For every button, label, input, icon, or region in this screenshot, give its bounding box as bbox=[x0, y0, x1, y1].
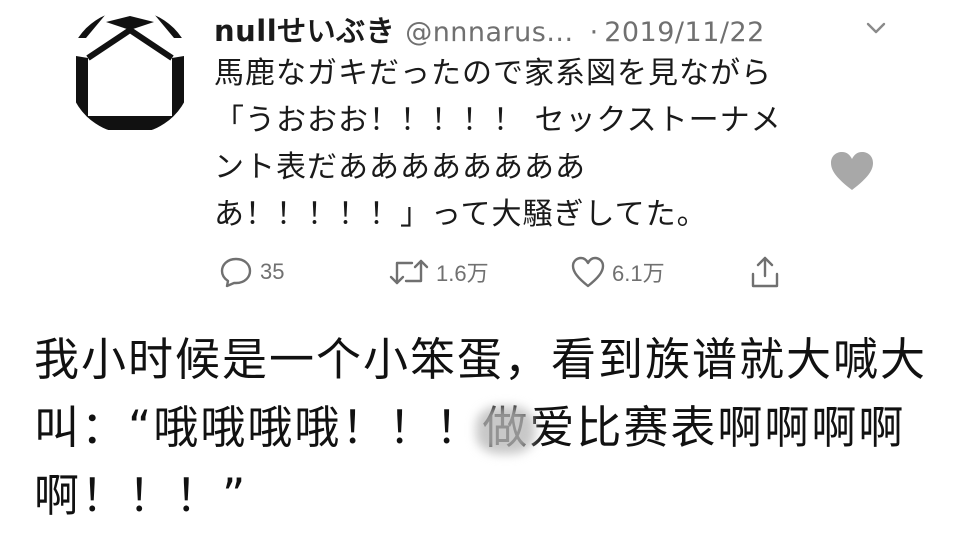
heart-icon bbox=[829, 150, 875, 192]
tweet-text-line: 「うおおお！！！！！ セックストーナメ bbox=[214, 103, 782, 138]
caption-text: 爱比赛表啊啊啊啊 bbox=[529, 401, 906, 454]
translation-caption: 我小时候是一个小笨蛋，看到族谱就大喊大 叫：“哦哦哦哦！！！做爱比赛表啊啊啊啊 … bbox=[34, 326, 934, 530]
like-heart-icon bbox=[571, 256, 605, 288]
screenshot-frame: nullせいぶき @nnnarus... · 2019/11/22 馬鹿なガキだ… bbox=[0, 0, 960, 534]
tweet-date[interactable]: 2019/11/22 bbox=[604, 17, 765, 48]
retweet-count: 1.6万 bbox=[436, 261, 489, 286]
avatar-image bbox=[68, 10, 192, 134]
like-button[interactable]: 6.1万 bbox=[570, 252, 665, 292]
tweet-text-line: ント表だああああああああ bbox=[214, 150, 586, 185]
avatar[interactable] bbox=[66, 8, 194, 136]
caption-line: 叫：“哦哦哦哦！！！做爱比赛表啊啊啊啊 bbox=[34, 394, 934, 462]
share-button[interactable] bbox=[748, 252, 782, 292]
tweet-header: nullせいぶき @nnnarus... · 2019/11/22 bbox=[214, 8, 765, 48]
retweet-button[interactable]: 1.6万 bbox=[388, 252, 489, 292]
caption-line: 我小时候是一个小笨蛋，看到族谱就大喊大 bbox=[34, 333, 928, 386]
tweet-text-line: 馬鹿なガキだったので家系図を見ながら bbox=[214, 56, 772, 91]
retweet-icon bbox=[389, 259, 429, 285]
tweet-text-line: あ！！！！！」って大騒ぎしてた。 bbox=[214, 197, 708, 232]
display-name[interactable]: nullせいぶき bbox=[214, 8, 395, 50]
tweet-text: 馬鹿なガキだったので家系図を見ながら 「うおおお！！！！！ セックストーナメ ン… bbox=[214, 50, 834, 238]
reply-icon bbox=[220, 257, 252, 288]
caption-line: 啊！！！” bbox=[34, 469, 248, 522]
like-count: 6.1万 bbox=[612, 261, 665, 286]
reply-button[interactable]: 35 bbox=[218, 252, 284, 292]
separator-dot: · bbox=[589, 17, 599, 48]
chevron-down-icon[interactable] bbox=[862, 14, 890, 42]
user-handle[interactable]: @nnnarus... bbox=[405, 17, 573, 48]
share-icon bbox=[751, 256, 779, 288]
caption-text: 叫：“哦哦哦哦！！！ bbox=[34, 401, 483, 454]
blurred-text: 做 bbox=[482, 394, 529, 462]
reply-count: 35 bbox=[260, 259, 285, 284]
tweet-actions: 35 1.6万 6.1万 bbox=[214, 252, 794, 292]
